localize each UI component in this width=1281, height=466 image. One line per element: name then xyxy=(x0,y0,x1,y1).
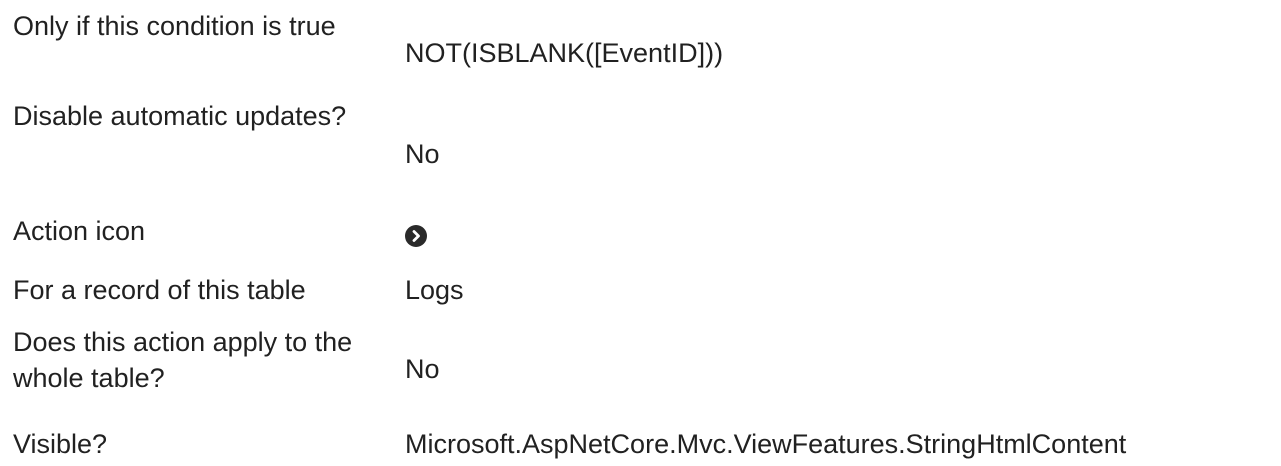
property-value: Microsoft.AspNetCore.Mvc.ViewFeatures.St… xyxy=(405,429,1127,459)
property-label: Only if this condition is true xyxy=(13,11,336,41)
property-value: No xyxy=(405,139,440,169)
property-label: Action icon xyxy=(13,216,146,246)
property-label: Visible? xyxy=(13,429,108,459)
property-row-whole-table: Does this action apply to the whole tabl… xyxy=(0,320,1281,406)
property-row-action-icon: Action icon xyxy=(0,213,1281,253)
chevron-right-circle-icon xyxy=(405,225,427,247)
property-value: No xyxy=(405,354,440,384)
property-value xyxy=(405,220,427,256)
property-row-table: For a record of this table Logs xyxy=(0,272,1281,312)
property-row-condition: Only if this condition is true NOT(ISBLA… xyxy=(0,4,1281,90)
property-value: Logs xyxy=(405,275,464,305)
property-value: NOT(ISBLANK([EventID])) xyxy=(405,38,724,68)
property-row-visible: Visible? Microsoft.AspNetCore.Mvc.ViewFe… xyxy=(0,426,1281,466)
property-label: Does this action apply to the whole tabl… xyxy=(13,327,353,393)
property-label: For a record of this table xyxy=(13,275,306,305)
property-label: Disable automatic updates? xyxy=(13,101,347,131)
property-row-disable-updates: Disable automatic updates? No xyxy=(0,94,1281,180)
